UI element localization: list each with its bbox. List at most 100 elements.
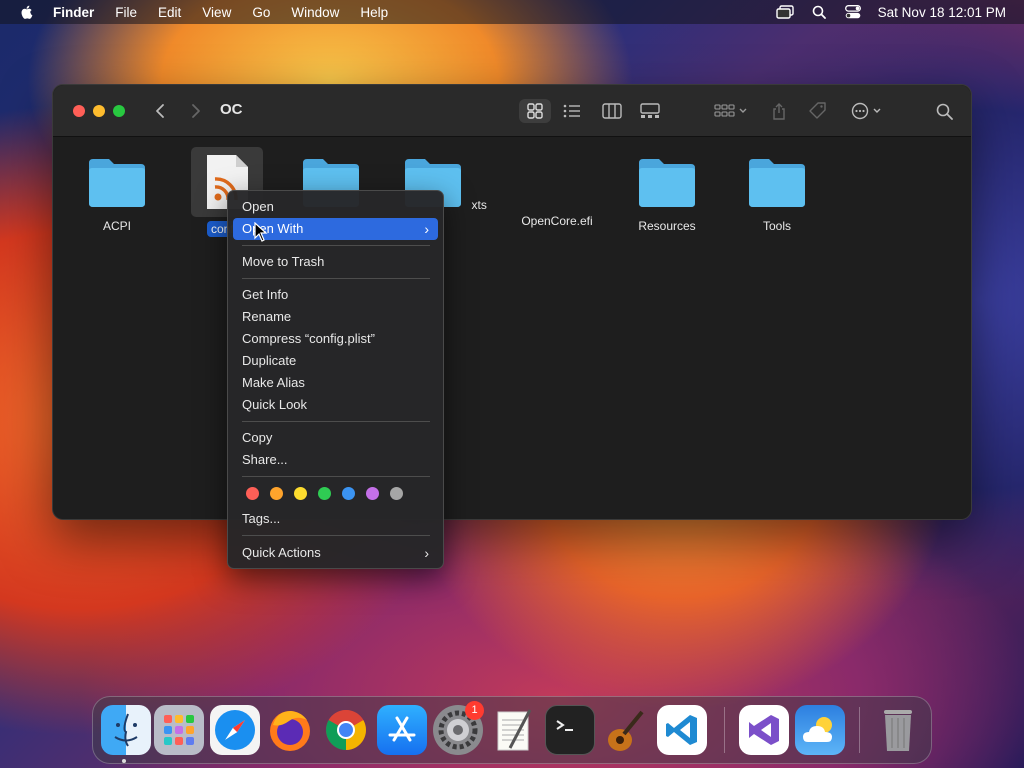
tag-orange[interactable]: [270, 487, 283, 500]
gallery-icon: [640, 103, 660, 118]
list-view-button[interactable]: [557, 99, 587, 123]
folder-icon: [89, 159, 145, 207]
blank-file-icon: [527, 157, 587, 209]
action-menu-button[interactable]: [849, 99, 887, 123]
screen-mirroring-icon[interactable]: [775, 4, 794, 20]
chevron-left-icon: [156, 104, 164, 118]
tag-gray[interactable]: [390, 487, 403, 500]
folder-item[interactable]: Resources: [617, 157, 717, 235]
file-label: OpenCore.efi: [521, 214, 593, 228]
menu-move-to-trash[interactable]: Move to Trash: [233, 251, 438, 273]
tag-red[interactable]: [246, 487, 259, 500]
menu-window[interactable]: Window: [291, 5, 339, 20]
back-button[interactable]: [151, 99, 169, 123]
menu-edit[interactable]: Edit: [158, 5, 181, 20]
dock-finder[interactable]: [101, 705, 151, 755]
group-grid-icon: [714, 104, 747, 117]
vscode-icon: [666, 715, 697, 745]
menu-make-alias[interactable]: Make Alias: [233, 372, 438, 394]
menu-tags[interactable]: Tags...: [233, 508, 438, 530]
tag-blue[interactable]: [342, 487, 355, 500]
guitar-icon: [608, 710, 644, 751]
folder-item[interactable]: Tools: [727, 157, 827, 235]
menu-open[interactable]: Open: [233, 196, 438, 218]
dock-chrome[interactable]: [321, 705, 371, 755]
menu-duplicate[interactable]: Duplicate: [233, 350, 438, 372]
menu-open-with-label: Open With: [242, 221, 304, 236]
file-label: ACPI: [102, 219, 131, 233]
tag-purple[interactable]: [366, 487, 379, 500]
group-by-button[interactable]: [711, 99, 751, 123]
dock-garageband[interactable]: [601, 705, 651, 755]
list-icon: [563, 104, 580, 118]
menu-separator: [242, 535, 430, 536]
icon-view-button[interactable]: [519, 99, 551, 123]
menu-copy[interactable]: Copy: [233, 427, 438, 449]
menu-bar: Finder File Edit View Go Window Help Sat…: [0, 0, 1024, 24]
menu-file[interactable]: File: [115, 5, 137, 20]
folder-icon: [639, 159, 695, 207]
menu-separator: [242, 421, 430, 422]
folder-item[interactable]: ACPI: [67, 157, 167, 235]
menu-quick-look[interactable]: Quick Look: [233, 394, 438, 416]
app-store-icon: [388, 716, 416, 742]
dock-separator: [859, 707, 860, 753]
menu-separator: [242, 476, 430, 477]
column-view-button[interactable]: [597, 99, 627, 123]
dock-trash[interactable]: [873, 705, 923, 755]
menu-separator: [242, 278, 430, 279]
tag-yellow[interactable]: [294, 487, 307, 500]
running-indicator: [122, 759, 126, 763]
menu-separator: [242, 245, 430, 246]
dock-terminal[interactable]: [545, 705, 595, 755]
trash-icon: [884, 710, 912, 751]
search-button[interactable]: [933, 99, 955, 123]
window-title: OC: [220, 101, 243, 118]
tags-button[interactable]: [806, 99, 830, 123]
apple-menu-icon[interactable]: [19, 4, 35, 20]
dock-firefox[interactable]: [265, 705, 315, 755]
terminal-icon: [556, 720, 573, 731]
menu-compress[interactable]: Compress “config.plist”: [233, 328, 438, 350]
zoom-window-button[interactable]: [113, 105, 125, 117]
menu-share[interactable]: Share...: [233, 449, 438, 471]
search-icon: [936, 103, 953, 120]
menu-quick-actions-label: Quick Actions: [242, 545, 321, 560]
share-icon: [773, 103, 785, 120]
spotlight-search-icon[interactable]: [810, 4, 828, 20]
share-button[interactable]: [767, 99, 791, 123]
menubar-clock[interactable]: Sat Nov 18 12:01 PM: [878, 5, 1006, 20]
dock-vscode[interactable]: [657, 705, 707, 755]
control-center-icon[interactable]: [844, 4, 862, 20]
tag-icon: [809, 102, 826, 119]
chevron-right-icon: ›: [424, 545, 429, 561]
menu-help[interactable]: Help: [360, 5, 388, 20]
dock-visual-studio[interactable]: [739, 705, 789, 755]
menu-quick-actions[interactable]: Quick Actions ›: [233, 542, 438, 564]
forward-button[interactable]: [187, 99, 205, 123]
file-item[interactable]: OpenCore.efi: [507, 157, 607, 230]
dock-app-store[interactable]: [377, 705, 427, 755]
notification-badge: 1: [465, 701, 484, 720]
dock-weather[interactable]: [795, 705, 845, 755]
menu-get-info[interactable]: Get Info: [233, 284, 438, 306]
chevron-right-icon: [192, 104, 200, 118]
dock-safari[interactable]: [210, 705, 260, 755]
minimize-window-button[interactable]: [93, 105, 105, 117]
menu-go[interactable]: Go: [252, 5, 270, 20]
dock-textedit[interactable]: [489, 705, 539, 755]
file-label: Tools: [762, 219, 791, 233]
close-window-button[interactable]: [73, 105, 85, 117]
menu-rename[interactable]: Rename: [233, 306, 438, 328]
visual-studio-icon: [749, 715, 779, 745]
dock-launchpad[interactable]: [154, 705, 204, 755]
file-grid: ACPI config: [53, 137, 971, 521]
tag-green[interactable]: [318, 487, 331, 500]
menu-finder[interactable]: Finder: [53, 5, 94, 20]
window-toolbar: OC: [53, 85, 971, 137]
gallery-view-button[interactable]: [635, 99, 665, 123]
weather-icon: [803, 717, 832, 742]
file-label: xts: [471, 198, 487, 212]
context-menu: Open Open With › Move to Trash Get Info …: [227, 190, 444, 569]
menu-view[interactable]: View: [202, 5, 231, 20]
